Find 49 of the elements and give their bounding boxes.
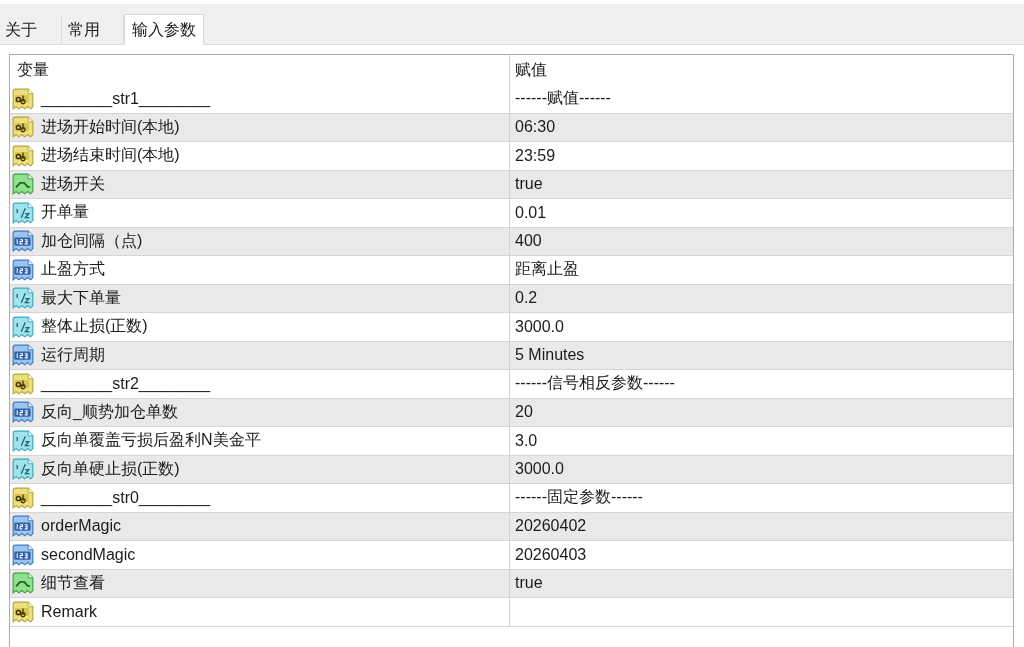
parameter-value[interactable]: true xyxy=(510,574,1013,593)
parameter-name: 运行周期 xyxy=(41,344,105,365)
parameter-name: orderMagic xyxy=(41,517,122,536)
switch-type-icon xyxy=(12,572,34,595)
text-type-icon xyxy=(12,116,34,139)
fraction-type-icon xyxy=(12,458,34,481)
tab[interactable]: 关于 xyxy=(0,15,62,45)
column-header: 赋值 xyxy=(514,60,547,80)
parameter-name: 进场开关 xyxy=(41,173,105,194)
parameter-value[interactable]: ------固定参数------ xyxy=(510,487,1013,509)
parameter-name: ________str2________ xyxy=(41,374,211,393)
fraction-type-icon xyxy=(12,287,34,310)
parameter-name: 反向单硬止损(正数) xyxy=(41,458,180,479)
parameter-value[interactable]: 20260403 xyxy=(510,545,1013,564)
parameter-value[interactable]: 20260402 xyxy=(510,517,1013,536)
parameter-value[interactable]: 20 xyxy=(510,403,1013,422)
parameter-name: 开单量 xyxy=(41,202,89,223)
number-type-icon xyxy=(12,230,34,253)
parameter-name: 进场开始时间(本地) xyxy=(41,116,180,137)
parameter-name: 进场结束时间(本地) xyxy=(41,145,180,166)
parameter-value[interactable]: 23:59 xyxy=(510,146,1013,165)
parameter-value[interactable]: 3000.0 xyxy=(510,460,1013,479)
parameter-name: 加仓间隔（点) xyxy=(41,230,143,251)
parameter-value[interactable]: 400 xyxy=(510,232,1013,251)
number-type-icon xyxy=(12,401,34,424)
parameter-value[interactable]: ------赋值------ xyxy=(510,88,1013,110)
parameter-value[interactable]: 0.01 xyxy=(510,203,1013,222)
parameter-name: ________str0________ xyxy=(41,488,211,507)
parameter-name: Remark xyxy=(41,602,97,621)
parameter-value[interactable]: 0.2 xyxy=(510,289,1013,308)
parameter-name: secondMagic xyxy=(41,545,136,564)
parameter-value[interactable]: 距离止盈 xyxy=(510,259,1013,281)
parameter-value[interactable]: true xyxy=(510,175,1013,194)
parameter-name: 止盈方式 xyxy=(41,259,105,280)
switch-type-icon xyxy=(12,173,34,196)
parameter-value[interactable]: 5 Minutes xyxy=(510,346,1013,365)
parameter-value[interactable]: 3.0 xyxy=(510,431,1013,450)
parameter-value[interactable]: ------信号相反参数------ xyxy=(510,373,1013,395)
parameter-name: 最大下单量 xyxy=(41,287,121,308)
parameter-name: 整体止损(正数) xyxy=(41,316,148,337)
parameter-name: ________str1________ xyxy=(41,89,211,108)
parameter-value[interactable]: 06:30 xyxy=(510,118,1013,137)
parameter-value[interactable]: 3000.0 xyxy=(510,317,1013,336)
number-type-icon xyxy=(12,344,34,367)
parameter-name: 反向_顺势加仓单数 xyxy=(41,401,178,422)
number-type-icon xyxy=(12,515,34,538)
parameter-name: 反向单覆盖亏损后盈利N美金平 xyxy=(41,430,261,451)
tab[interactable]: 输入参数 xyxy=(124,14,204,45)
parameter-name: 细节查看 xyxy=(41,572,105,593)
